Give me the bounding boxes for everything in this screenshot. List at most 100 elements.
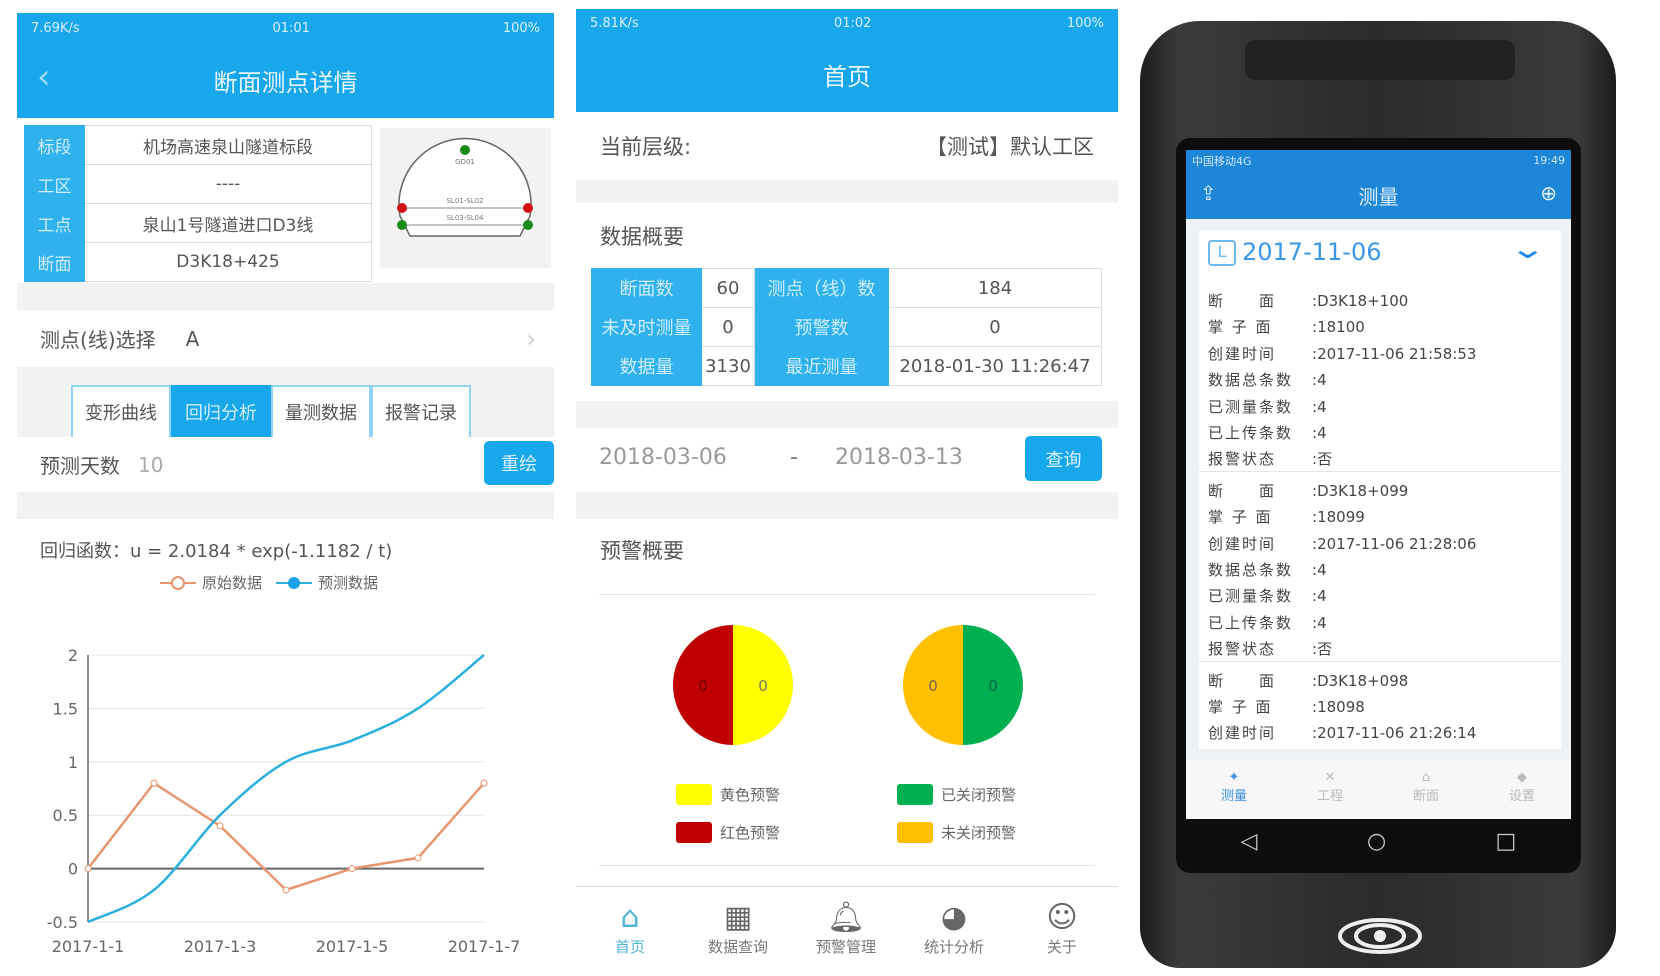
separator xyxy=(576,492,1118,519)
series-line-raw xyxy=(87,781,485,892)
forecast-label: 预测天数 xyxy=(40,454,120,478)
chevron-down-icon[interactable]: ⌄ xyxy=(1509,232,1547,265)
record-field: 断 面:D3K18+099 xyxy=(1208,481,1409,500)
phone-tab-measure[interactable]: ✦ 测量 xyxy=(1186,770,1282,804)
date-to-input[interactable]: 2018-03-13 xyxy=(835,445,963,470)
legend-label: 黄色预警 xyxy=(720,786,781,804)
nav-home[interactable]: ⌂ 首页 xyxy=(576,900,684,957)
series-line-predicted xyxy=(87,654,485,924)
legend-green-swatch xyxy=(897,784,933,805)
x-tick-label: 2017-1-3 xyxy=(184,937,257,956)
nav-data-query[interactable]: ▦ 数据查询 xyxy=(684,900,792,957)
carrier: 中国移动4G xyxy=(1192,154,1252,168)
pie-icon: ◕ xyxy=(940,900,968,935)
legend-raw-marker xyxy=(160,575,196,590)
phone-tab-settings[interactable]: ◆ 设置 xyxy=(1474,770,1570,804)
y-tick-label: 1.5 xyxy=(53,699,78,718)
battery: 100% xyxy=(502,20,540,36)
summary-value: 60 xyxy=(701,268,755,308)
forecast-days-input[interactable]: 10 xyxy=(138,453,163,477)
globe-icon[interactable]: ⊕ xyxy=(1540,181,1557,205)
field-key: 已上传条数 xyxy=(1208,424,1294,442)
field-key: 已测量条数 xyxy=(1208,587,1294,606)
redraw-button[interactable]: 重绘 xyxy=(484,441,554,485)
data-summary-table: 断面数 60 测点（线）数 184 未及时测量 0 预警数 0 数据量 3130 最近测量 201… xyxy=(591,268,1102,386)
data-summary-title: 数据概要 xyxy=(600,225,684,249)
field-value: 4 xyxy=(1317,424,1327,442)
tab-deformation-curve[interactable]: 变形曲线 xyxy=(71,385,171,437)
point-select-row[interactable]: 测点(线)选择 A › xyxy=(17,310,554,367)
info-value: D3K18+425 xyxy=(84,242,372,282)
info-value: ---- xyxy=(84,164,372,204)
query-button[interactable]: 查询 xyxy=(1025,436,1102,481)
field-key: 掌 子 面 xyxy=(1208,698,1273,716)
home-circle-icon[interactable]: ○ xyxy=(1367,829,1386,854)
info-label: 工点 xyxy=(24,203,85,243)
point-select-label: 测点(线)选择 xyxy=(40,328,156,352)
regression-chart: 2 1.5 1 0.5 0 -0.5 2017-1-1 2017-1-3 2017-1-5 201… xyxy=(47,646,521,956)
record-field: 已测量条数:4 xyxy=(1208,397,1327,416)
pie-value: 0 xyxy=(758,677,768,695)
separator xyxy=(576,401,1118,428)
x-tick-label: 2017-1-1 xyxy=(52,937,125,956)
field-key: 已测量条数 xyxy=(1208,397,1294,416)
separator xyxy=(576,180,1118,203)
tab-alarm-records[interactable]: 报警记录 xyxy=(371,385,471,437)
separator xyxy=(17,492,554,519)
date-from-input[interactable]: 2018-03-06 xyxy=(599,445,727,470)
info-label: 工区 xyxy=(24,164,85,204)
warning-status-pie: 0 0 xyxy=(903,625,1023,745)
back-icon[interactable]: ◁ xyxy=(1241,829,1258,854)
field-value: 否 xyxy=(1317,450,1333,469)
user-icon: ☺ xyxy=(1046,900,1078,935)
legend-predicted-label: 预测数据 xyxy=(318,574,379,592)
nav-label: 统计分析 xyxy=(923,938,984,956)
data-point xyxy=(480,779,488,787)
field-value: 18098 xyxy=(1317,698,1365,716)
tunnel-icon: ⌂ xyxy=(1421,770,1431,785)
record-field: 已上传条数:4 xyxy=(1208,613,1327,632)
back-chevron-icon[interactable]: ‹ xyxy=(37,57,51,97)
tab-bar: 变形曲线 回归分析 量测数据 报警记录 xyxy=(17,367,554,437)
upload-icon[interactable]: ⇪ xyxy=(1200,181,1217,205)
warning-summary-title: 预警概要 xyxy=(600,539,684,563)
clock: 01:01 xyxy=(272,20,310,36)
measure-icon: ✦ xyxy=(1228,770,1240,785)
field-key: 断 面 xyxy=(1208,481,1277,500)
page-title: 首页 xyxy=(823,63,871,91)
nav-warning-management[interactable]: 🔔︎ 预警管理 xyxy=(792,900,900,957)
phone-tab-section[interactable]: ⌂ 断面 xyxy=(1378,770,1474,804)
nav-statistics[interactable]: ◕ 统计分析 xyxy=(900,900,1008,957)
phone-title: 测量 xyxy=(1358,184,1399,209)
current-level-label: 当前层级: xyxy=(600,135,692,159)
data-point xyxy=(150,779,158,787)
bell-icon: 🔔︎ xyxy=(826,900,866,935)
tab-label: 测量 xyxy=(1220,789,1247,804)
diagram-label: GD01 xyxy=(455,158,475,166)
pie-value: 0 xyxy=(698,677,708,695)
current-level-row: 当前层级: 【测试】默认工区 xyxy=(576,112,1118,180)
y-tick-label: -0.5 xyxy=(47,913,78,932)
record-field: 断 面:D3K18+100 xyxy=(1208,292,1409,310)
record-field: 报警状态:否 xyxy=(1208,640,1333,659)
phone-tab-project[interactable]: ✕ 工程 xyxy=(1282,770,1378,804)
record-field: 创建时间:2017-11-06 21:26:14 xyxy=(1208,724,1477,743)
field-key: 数据总条数 xyxy=(1208,561,1294,579)
summary-value: 184 xyxy=(888,268,1102,308)
summary-label: 最近测量 xyxy=(754,346,889,386)
legend-predicted-marker xyxy=(276,576,313,589)
info-value: 泉山1号隧道进口D3线 xyxy=(84,203,372,243)
pie-value: 0 xyxy=(988,677,998,695)
settings-icon: ◆ xyxy=(1517,770,1527,785)
nav-about[interactable]: ☺ 关于 xyxy=(1008,900,1116,957)
tab-regression-analysis[interactable]: 回归分析 xyxy=(171,385,271,437)
chart-legend: 原始数据 预测数据 xyxy=(160,572,378,593)
record-field: 已上传条数:4 xyxy=(1208,424,1327,442)
field-key: 数据总条数 xyxy=(1208,371,1294,390)
record-field: 断 面:D3K18+098 xyxy=(1208,671,1409,690)
recents-icon[interactable]: □ xyxy=(1496,829,1517,854)
network-speed: 5.81K/s xyxy=(590,15,639,31)
field-key: 创建时间 xyxy=(1208,344,1277,363)
tab-measurement-data[interactable]: 量测数据 xyxy=(271,385,371,437)
status-bar: 7.69K/s 01:01 100% xyxy=(17,13,554,43)
